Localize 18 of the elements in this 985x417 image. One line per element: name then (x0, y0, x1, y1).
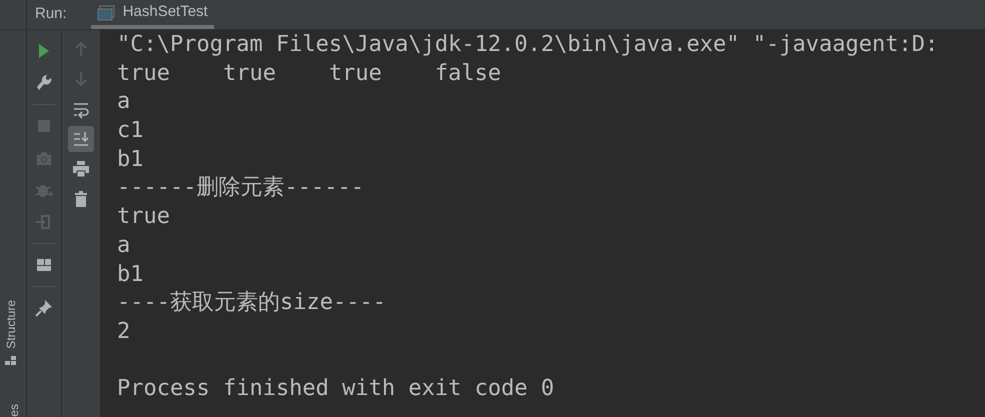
console-line: a (117, 232, 132, 260)
side-tab[interactable]: es (8, 404, 20, 417)
panel-label: Run: (35, 4, 67, 24)
console-icon (96, 4, 115, 20)
console-line: "C:\Program Files\Java\jdk-12.0.2\bin\java.exe" "-javaagent:D: (117, 31, 940, 59)
console-line: c1 (117, 117, 144, 146)
exit-message: Process finished with exit code 0 (117, 375, 556, 404)
console-line: a (117, 88, 132, 116)
console-line: 2 (117, 318, 132, 346)
console-line: true true true false (117, 60, 502, 88)
console-line: ----获取元素的size---- (117, 289, 387, 318)
structure-tab[interactable]: Structure (2, 300, 20, 349)
scroll-to-end-icon[interactable] (68, 126, 94, 152)
console-line: b1 (117, 146, 144, 174)
console-line: b1 (117, 260, 144, 288)
console-line: ------删除元素------ (117, 174, 365, 202)
console-line: true (117, 203, 171, 232)
structure-icon (4, 354, 18, 367)
